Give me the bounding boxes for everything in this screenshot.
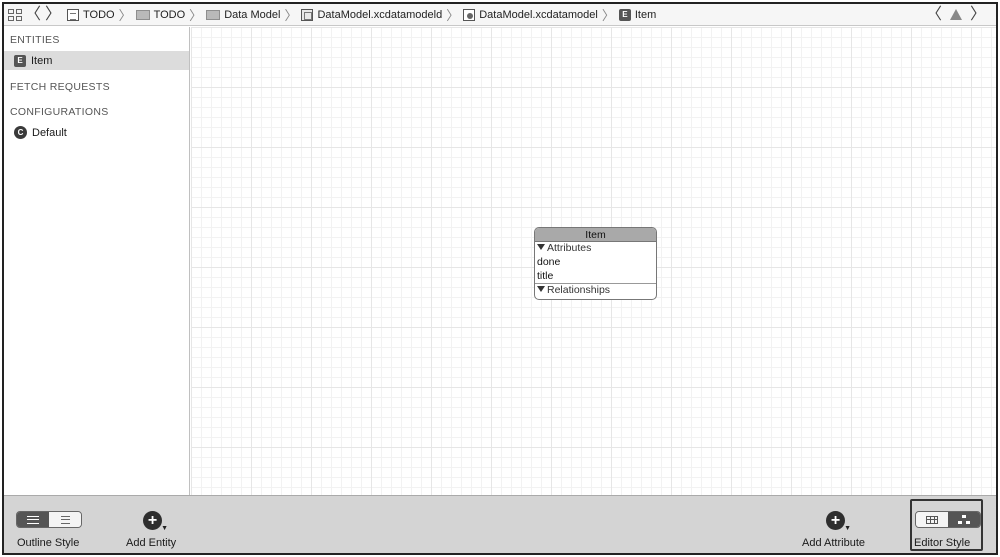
editor-style-table-button[interactable]	[916, 512, 948, 527]
breadcrumb-label: DataModel.xcdatamodel	[479, 8, 598, 21]
breadcrumb-separator: 〉	[118, 8, 132, 23]
bottom-toolbar: Outline Style + ▼ Add Entity + ▼ Add Attri…	[4, 495, 996, 553]
outline-style-flat-button[interactable]	[49, 512, 81, 527]
attributes-label: Attributes	[547, 242, 592, 254]
breadcrumb-separator: 〉	[284, 8, 298, 23]
related-items-icon[interactable]	[7, 8, 23, 22]
sidebar-item-label: Item	[31, 54, 53, 67]
sidebar-item-configuration[interactable]: C Default	[4, 123, 189, 142]
plus-icon: +	[147, 512, 158, 529]
data-model-file-icon	[463, 8, 476, 21]
xcode-data-model-editor: 〈 〉 TODO 〉 TODO 〉 Data Model 〉 DataModel…	[2, 2, 998, 555]
entity-card[interactable]: Item Attributes done title Relationships	[534, 227, 657, 300]
add-entity-button[interactable]: + ▼	[143, 511, 168, 532]
breadcrumb-label: DataModel.xcdatamodeld	[317, 8, 443, 21]
outline-sidebar: ENTITIES E Item FETCH REQUESTS CONFIGURA…	[4, 27, 190, 495]
breadcrumb: TODO 〉 TODO 〉 Data Model 〉 DataModel.xcd…	[67, 4, 656, 26]
outline-style-segmented-control[interactable]	[16, 511, 82, 528]
breadcrumb-item-group[interactable]: TODO 〉	[135, 4, 207, 26]
sidebar-item-entity[interactable]: E Item	[4, 51, 189, 70]
chevron-down-icon: ▼	[161, 525, 168, 532]
table-icon	[926, 515, 938, 524]
data-model-bundle-icon	[301, 8, 314, 21]
add-entity-label: Add Entity	[126, 537, 177, 549]
graph-icon	[958, 515, 970, 524]
breadcrumb-label: TODO	[83, 8, 115, 21]
file-icon	[67, 8, 79, 21]
breadcrumb-item-entity[interactable]: E Item	[618, 4, 657, 26]
add-entity-control: + ▼ Add Entity	[119, 496, 189, 553]
add-attribute-button[interactable]: + ▼	[826, 511, 851, 532]
breadcrumb-item-xcdatamodel[interactable]: DataModel.xcdatamodel 〉	[463, 4, 619, 26]
editor-style-graph-button[interactable]	[948, 512, 980, 527]
relationships-section-header[interactable]: Relationships	[535, 283, 656, 297]
breadcrumb-label: Data Model	[224, 8, 281, 21]
disclosure-triangle-icon[interactable]	[537, 244, 545, 250]
list-indent-icon	[60, 515, 70, 524]
breadcrumb-item-project[interactable]: TODO 〉	[67, 4, 136, 26]
folder-icon	[135, 9, 150, 20]
add-attribute-label: Add Attribute	[802, 537, 865, 549]
folder-icon	[206, 9, 221, 20]
attribute-row[interactable]: done	[535, 255, 656, 269]
editor-style-segmented-control[interactable]	[915, 511, 981, 528]
list-icon	[27, 515, 39, 524]
outline-style-control: Outline Style	[4, 496, 94, 553]
graph-canvas[interactable]: Item Attributes done title Relationships	[191, 27, 996, 495]
warning-icon[interactable]	[950, 9, 962, 20]
editor-style-label: Editor Style	[914, 537, 971, 549]
entities-section-title: ENTITIES	[10, 34, 60, 46]
disclosure-triangle-icon[interactable]	[537, 286, 545, 292]
previous-issue-icon[interactable]: 〈	[924, 5, 944, 25]
breadcrumb-item-data-model-folder[interactable]: Data Model 〉	[206, 4, 301, 26]
breadcrumb-separator: 〉	[189, 8, 203, 23]
breadcrumb-separator: 〉	[446, 8, 460, 23]
outline-style-hierarchical-button[interactable]	[17, 512, 49, 527]
breadcrumb-label: TODO	[153, 8, 186, 21]
next-issue-icon[interactable]: 〉	[968, 5, 988, 25]
entity-icon: E	[618, 8, 631, 21]
attributes-section-header[interactable]: Attributes	[535, 242, 656, 255]
add-attribute-control: + ▼ Add Attribute	[794, 496, 878, 553]
configuration-icon: C	[14, 126, 27, 139]
breadcrumb-item-xcdatamodeld[interactable]: DataModel.xcdatamodeld 〉	[301, 4, 463, 26]
jump-bar: 〈 〉 TODO 〉 TODO 〉 Data Model 〉 DataModel…	[4, 4, 996, 26]
sidebar-item-label: Default	[32, 126, 67, 139]
chevron-down-icon: ▼	[844, 525, 851, 532]
relationships-label: Relationships	[547, 284, 611, 296]
issue-navigation: 〈 〉	[924, 5, 988, 25]
attribute-row[interactable]: title	[535, 269, 656, 283]
entity-icon: E	[14, 54, 26, 67]
entity-card-title[interactable]: Item	[535, 228, 656, 242]
outline-style-label: Outline Style	[17, 537, 80, 549]
editor-style-control: Editor Style	[910, 496, 983, 553]
breadcrumb-label: Item	[634, 8, 657, 21]
forward-arrow-icon[interactable]: 〉	[43, 5, 63, 25]
back-arrow-icon[interactable]: 〈	[23, 5, 43, 25]
breadcrumb-separator: 〉	[601, 8, 615, 23]
fetch-requests-section-title[interactable]: FETCH REQUESTS	[4, 80, 189, 94]
configurations-section-title: CONFIGURATIONS	[10, 106, 109, 118]
plus-icon: +	[830, 512, 841, 529]
